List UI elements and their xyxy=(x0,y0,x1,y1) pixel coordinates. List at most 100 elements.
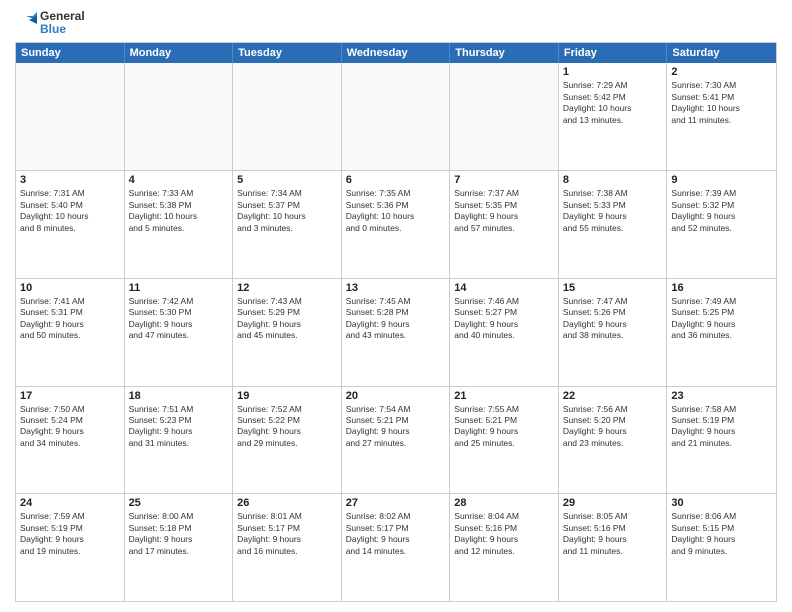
day-cell-20: 20 Sunrise: 7:54 AM Sunset: 5:21 PM Dayli… xyxy=(342,387,451,494)
day-cell-19: 19 Sunrise: 7:52 AM Sunset: 5:22 PM Dayli… xyxy=(233,387,342,494)
day-number: 20 xyxy=(346,390,446,402)
day-number: 30 xyxy=(671,497,772,509)
day-number: 26 xyxy=(237,497,337,509)
day-cell-24: 24 Sunrise: 7:59 AM Sunset: 5:19 PM Dayli… xyxy=(16,494,125,601)
empty-cell xyxy=(233,63,342,170)
day-info: Sunrise: 7:33 AM Sunset: 5:38 PM Dayligh… xyxy=(129,188,229,234)
day-number: 17 xyxy=(20,390,120,402)
day-number: 14 xyxy=(454,282,554,294)
day-cell-2: 2 Sunrise: 7:30 AM Sunset: 5:41 PM Daylig… xyxy=(667,63,776,170)
week-row-3: 17Sunrise: 7:50 AM Sunset: 5:24 PM Dayli… xyxy=(16,387,776,495)
day-cell-3: 3 Sunrise: 7:31 AM Sunset: 5:40 PM Daylig… xyxy=(16,171,125,278)
day-number: 11 xyxy=(129,282,229,294)
week-row-1: 3 Sunrise: 7:31 AM Sunset: 5:40 PM Daylig… xyxy=(16,171,776,279)
day-cell-17: 17Sunrise: 7:50 AM Sunset: 5:24 PM Dayli… xyxy=(16,387,125,494)
day-number: 19 xyxy=(237,390,337,402)
day-number: 28 xyxy=(454,497,554,509)
day-cell-16: 16Sunrise: 7:49 AM Sunset: 5:25 PM Dayli… xyxy=(667,279,776,386)
day-info: Sunrise: 7:41 AM Sunset: 5:31 PM Dayligh… xyxy=(20,296,120,342)
day-number: 25 xyxy=(129,497,229,509)
logo: General Blue xyxy=(15,10,85,36)
day-info: Sunrise: 7:47 AM Sunset: 5:26 PM Dayligh… xyxy=(563,296,663,342)
day-number: 4 xyxy=(129,174,229,186)
day-cell-21: 21 Sunrise: 7:55 AM Sunset: 5:21 PM Dayli… xyxy=(450,387,559,494)
day-number: 18 xyxy=(129,390,229,402)
day-info: Sunrise: 7:43 AM Sunset: 5:29 PM Dayligh… xyxy=(237,296,337,342)
day-cell-9: 9 Sunrise: 7:39 AM Sunset: 5:32 PM Daylig… xyxy=(667,171,776,278)
day-info: Sunrise: 7:55 AM Sunset: 5:21 PM Dayligh… xyxy=(454,404,554,450)
day-cell-15: 15Sunrise: 7:47 AM Sunset: 5:26 PM Dayli… xyxy=(559,279,668,386)
empty-cell xyxy=(16,63,125,170)
day-info: Sunrise: 7:39 AM Sunset: 5:32 PM Dayligh… xyxy=(671,188,772,234)
day-cell-10: 10Sunrise: 7:41 AM Sunset: 5:31 PM Dayli… xyxy=(16,279,125,386)
day-cell-18: 18 Sunrise: 7:51 AM Sunset: 5:23 PM Dayli… xyxy=(125,387,234,494)
header-day-monday: Monday xyxy=(125,43,234,63)
header-day-sunday: Sunday xyxy=(16,43,125,63)
day-info: Sunrise: 7:46 AM Sunset: 5:27 PM Dayligh… xyxy=(454,296,554,342)
day-number: 1 xyxy=(563,66,663,78)
day-info: Sunrise: 7:58 AM Sunset: 5:19 PM Dayligh… xyxy=(671,404,772,450)
logo-blue: Blue xyxy=(40,23,85,36)
day-cell-27: 27Sunrise: 8:02 AM Sunset: 5:17 PM Dayli… xyxy=(342,494,451,601)
day-number: 23 xyxy=(671,390,772,402)
page: General Blue SundayMondayTuesdayWednesda… xyxy=(0,0,792,612)
day-number: 29 xyxy=(563,497,663,509)
day-cell-26: 26 Sunrise: 8:01 AM Sunset: 5:17 PM Dayli… xyxy=(233,494,342,601)
empty-cell xyxy=(342,63,451,170)
day-info: Sunrise: 7:59 AM Sunset: 5:19 PM Dayligh… xyxy=(20,511,120,557)
day-cell-11: 11 Sunrise: 7:42 AM Sunset: 5:30 PM Dayli… xyxy=(125,279,234,386)
day-info: Sunrise: 7:56 AM Sunset: 5:20 PM Dayligh… xyxy=(563,404,663,450)
day-info: Sunrise: 7:35 AM Sunset: 5:36 PM Dayligh… xyxy=(346,188,446,234)
day-number: 6 xyxy=(346,174,446,186)
day-info: Sunrise: 7:52 AM Sunset: 5:22 PM Dayligh… xyxy=(237,404,337,450)
calendar: SundayMondayTuesdayWednesdayThursdayFrid… xyxy=(15,42,777,602)
day-info: Sunrise: 7:38 AM Sunset: 5:33 PM Dayligh… xyxy=(563,188,663,234)
day-info: Sunrise: 7:54 AM Sunset: 5:21 PM Dayligh… xyxy=(346,404,446,450)
header: General Blue xyxy=(15,10,777,36)
day-cell-22: 22 Sunrise: 7:56 AM Sunset: 5:20 PM Dayli… xyxy=(559,387,668,494)
calendar-body: 1 Sunrise: 7:29 AM Sunset: 5:42 PM Daylig… xyxy=(16,63,776,601)
day-info: Sunrise: 7:29 AM Sunset: 5:42 PM Dayligh… xyxy=(563,80,663,126)
day-info: Sunrise: 7:34 AM Sunset: 5:37 PM Dayligh… xyxy=(237,188,337,234)
day-cell-5: 5 Sunrise: 7:34 AM Sunset: 5:37 PM Daylig… xyxy=(233,171,342,278)
day-info: Sunrise: 7:30 AM Sunset: 5:41 PM Dayligh… xyxy=(671,80,772,126)
day-cell-4: 4 Sunrise: 7:33 AM Sunset: 5:38 PM Daylig… xyxy=(125,171,234,278)
day-info: Sunrise: 7:51 AM Sunset: 5:23 PM Dayligh… xyxy=(129,404,229,450)
header-day-tuesday: Tuesday xyxy=(233,43,342,63)
day-number: 7 xyxy=(454,174,554,186)
day-info: Sunrise: 8:01 AM Sunset: 5:17 PM Dayligh… xyxy=(237,511,337,557)
day-number: 22 xyxy=(563,390,663,402)
day-info: Sunrise: 8:00 AM Sunset: 5:18 PM Dayligh… xyxy=(129,511,229,557)
day-info: Sunrise: 7:42 AM Sunset: 5:30 PM Dayligh… xyxy=(129,296,229,342)
day-cell-14: 14 Sunrise: 7:46 AM Sunset: 5:27 PM Dayli… xyxy=(450,279,559,386)
header-day-wednesday: Wednesday xyxy=(342,43,451,63)
day-info: Sunrise: 8:04 AM Sunset: 5:16 PM Dayligh… xyxy=(454,511,554,557)
header-day-saturday: Saturday xyxy=(667,43,776,63)
day-cell-29: 29 Sunrise: 8:05 AM Sunset: 5:16 PM Dayli… xyxy=(559,494,668,601)
day-cell-6: 6 Sunrise: 7:35 AM Sunset: 5:36 PM Daylig… xyxy=(342,171,451,278)
day-number: 21 xyxy=(454,390,554,402)
day-number: 12 xyxy=(237,282,337,294)
day-cell-1: 1 Sunrise: 7:29 AM Sunset: 5:42 PM Daylig… xyxy=(559,63,668,170)
day-info: Sunrise: 7:45 AM Sunset: 5:28 PM Dayligh… xyxy=(346,296,446,342)
day-info: Sunrise: 8:05 AM Sunset: 5:16 PM Dayligh… xyxy=(563,511,663,557)
day-number: 3 xyxy=(20,174,120,186)
day-cell-12: 12 Sunrise: 7:43 AM Sunset: 5:29 PM Dayli… xyxy=(233,279,342,386)
header-day-friday: Friday xyxy=(559,43,668,63)
day-number: 9 xyxy=(671,174,772,186)
day-number: 5 xyxy=(237,174,337,186)
day-cell-7: 7Sunrise: 7:37 AM Sunset: 5:35 PM Daylig… xyxy=(450,171,559,278)
day-info: Sunrise: 8:02 AM Sunset: 5:17 PM Dayligh… xyxy=(346,511,446,557)
day-number: 24 xyxy=(20,497,120,509)
day-cell-28: 28 Sunrise: 8:04 AM Sunset: 5:16 PM Dayli… xyxy=(450,494,559,601)
logo-bird-icon xyxy=(15,12,37,34)
header-day-thursday: Thursday xyxy=(450,43,559,63)
day-cell-25: 25 Sunrise: 8:00 AM Sunset: 5:18 PM Dayli… xyxy=(125,494,234,601)
calendar-header: SundayMondayTuesdayWednesdayThursdayFrid… xyxy=(16,43,776,63)
week-row-0: 1 Sunrise: 7:29 AM Sunset: 5:42 PM Daylig… xyxy=(16,63,776,171)
day-number: 2 xyxy=(671,66,772,78)
day-info: Sunrise: 7:31 AM Sunset: 5:40 PM Dayligh… xyxy=(20,188,120,234)
empty-cell xyxy=(125,63,234,170)
week-row-2: 10Sunrise: 7:41 AM Sunset: 5:31 PM Dayli… xyxy=(16,279,776,387)
day-number: 16 xyxy=(671,282,772,294)
